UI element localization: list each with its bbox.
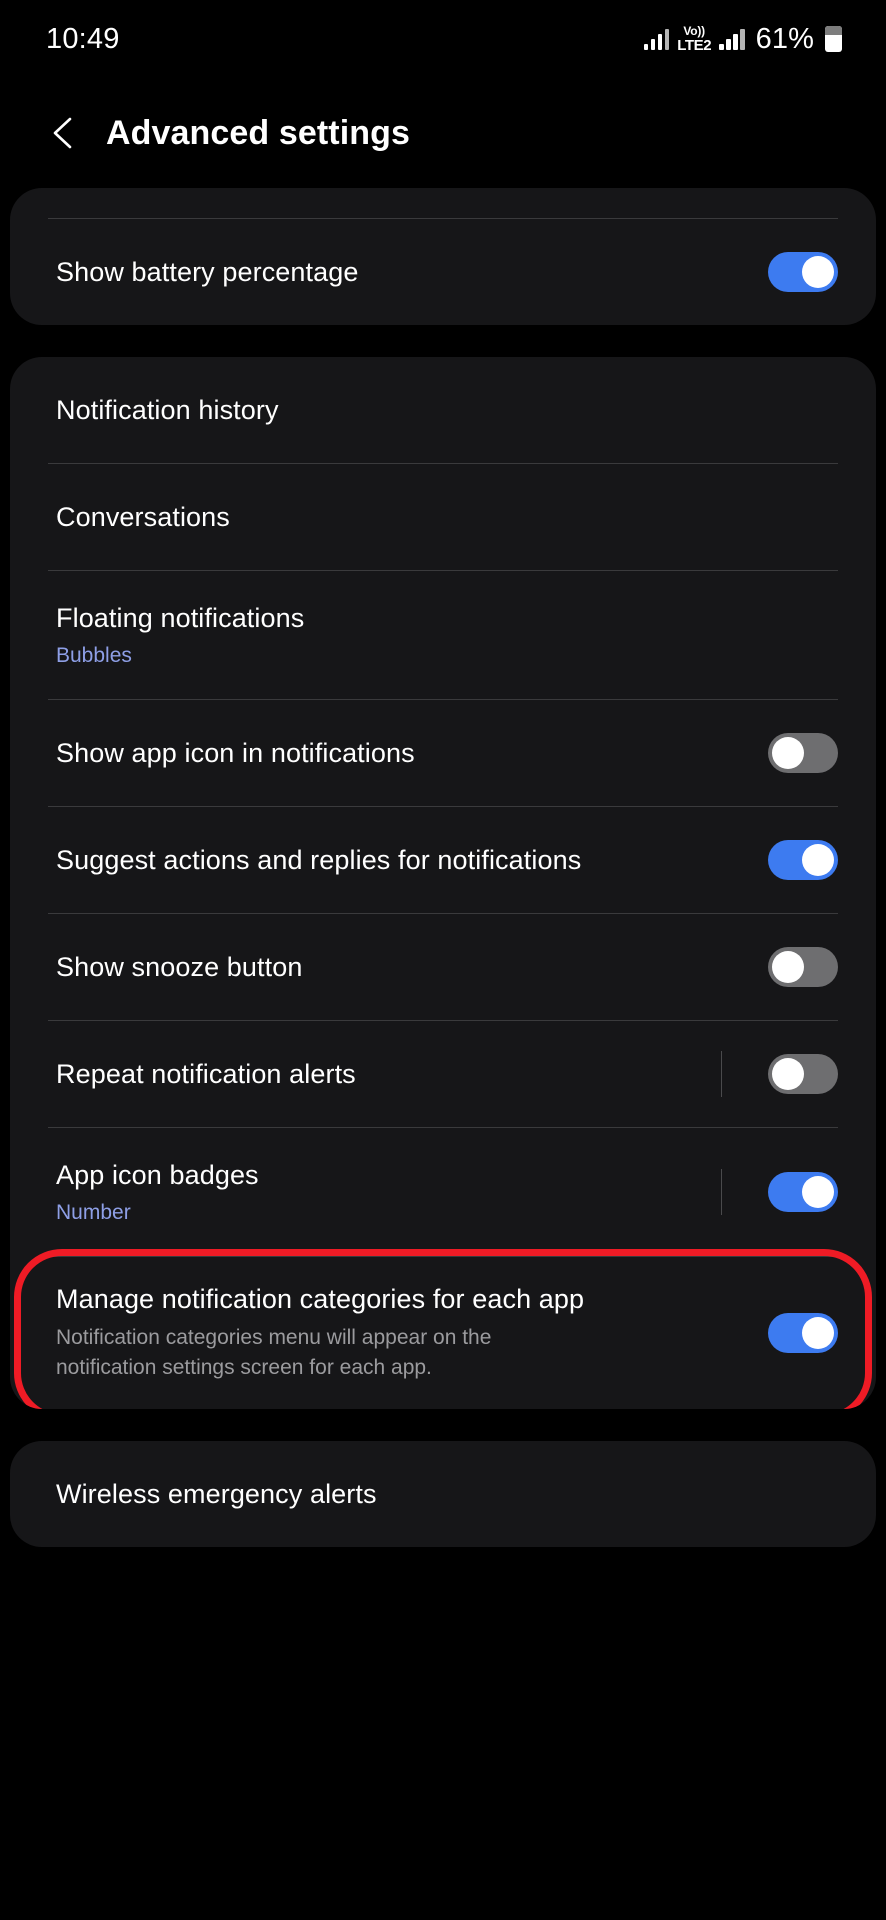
battery-card: Show battery percentage <box>10 188 876 325</box>
toggle-manage-notification-categories[interactable] <box>768 1313 838 1353</box>
toggle-app-icon-badges[interactable] <box>768 1172 838 1212</box>
settings-row-show-snooze-button[interactable]: Show snooze button <box>10 914 876 1020</box>
row-text-block: Repeat notification alerts <box>56 1032 703 1116</box>
emergency-alerts-card: Wireless emergency alerts <box>10 1441 876 1548</box>
row-title: Show snooze button <box>56 951 303 982</box>
volte-bottom-label: LTE2 <box>677 37 712 54</box>
volte-icon: Vo)) LTE2 <box>677 25 711 53</box>
toggle-knob <box>772 951 804 983</box>
row-title: Show battery percentage <box>56 256 359 287</box>
settings-row-notification-history[interactable]: Notification history <box>10 357 876 463</box>
toggle-knob <box>802 1317 834 1349</box>
signal-bars-icon-secondary <box>719 28 745 50</box>
toggle-knob <box>802 1176 834 1208</box>
row-vertical-divider <box>721 1169 722 1215</box>
status-bar-clock: 10:49 <box>46 22 120 55</box>
toggle-knob <box>772 737 804 769</box>
row-text-block: App icon badges Number <box>56 1133 703 1252</box>
row-text-block: Suggest actions and replies for notifica… <box>56 818 744 902</box>
toggle-suggest-actions-and-replies[interactable] <box>768 840 838 880</box>
toggle-knob <box>772 1058 804 1090</box>
row-text-block: Floating notifications Bubbles <box>56 576 838 695</box>
row-text-block: Wireless emergency alerts <box>56 1452 838 1536</box>
row-title: Manage notification categories for each … <box>56 1284 585 1314</box>
row-title: App icon badges <box>56 1159 259 1190</box>
settings-row-suggest-actions-and-replies[interactable]: Suggest actions and replies for notifica… <box>10 807 876 913</box>
toggle-show-app-icon-in-notifications[interactable] <box>768 733 838 773</box>
status-bar-icons: Vo)) LTE2 61% <box>643 22 842 56</box>
toggle-show-snooze-button[interactable] <box>768 947 838 987</box>
toggle-show-battery-percentage[interactable] <box>768 252 838 292</box>
row-text-block: Manage notification categories for each … <box>56 1257 744 1409</box>
row-text-block: Conversations <box>56 475 838 559</box>
app-header: Advanced settings <box>0 78 886 188</box>
battery-icon <box>825 26 842 52</box>
highlighted-row-wrapper: Manage notification categories for each … <box>10 1249 876 1410</box>
toggle-knob <box>802 844 834 876</box>
toggle-knob <box>802 256 834 288</box>
settings-row-floating-notifications[interactable]: Floating notifications Bubbles <box>10 571 876 699</box>
status-bar: 10:49 Vo)) LTE2 61% <box>0 0 886 78</box>
row-text-block: Show app icon in notifications <box>56 711 744 795</box>
row-title: Show app icon in notifications <box>56 737 415 768</box>
notifications-card: Notification history Conversations Floatin… <box>10 357 876 1410</box>
row-subtitle[interactable]: Number <box>56 1200 703 1225</box>
row-title: Floating notifications <box>56 602 305 633</box>
settings-row-app-icon-badges[interactable]: App icon badges Number <box>10 1128 876 1256</box>
row-vertical-divider <box>721 1051 722 1097</box>
battery-percentage-label: 61% <box>755 22 814 55</box>
settings-row-conversations[interactable]: Conversations <box>10 464 876 570</box>
volte-top-label: Vo)) <box>683 24 705 38</box>
settings-row-show-battery-percentage[interactable]: Show battery percentage <box>10 219 876 325</box>
row-text-block: Notification history <box>56 368 838 452</box>
row-title: Wireless emergency alerts <box>56 1478 377 1509</box>
back-chevron-icon[interactable] <box>44 113 84 153</box>
row-title: Conversations <box>56 501 230 532</box>
settings-row-show-app-icon-in-notifications[interactable]: Show app icon in notifications <box>10 700 876 806</box>
row-title: Repeat notification alerts <box>56 1058 356 1089</box>
settings-scroll-container[interactable]: Show battery percentage Notification hist… <box>0 188 886 1548</box>
row-text-block: Show battery percentage <box>56 230 744 314</box>
row-title: Suggest actions and replies for notifica… <box>56 844 582 875</box>
toggle-repeat-notification-alerts[interactable] <box>768 1054 838 1094</box>
settings-row-repeat-notification-alerts[interactable]: Repeat notification alerts <box>10 1021 876 1127</box>
signal-bars-icon <box>643 28 670 50</box>
row-text-block: Show snooze button <box>56 925 744 1009</box>
row-title: Notification history <box>56 394 279 425</box>
row-subtitle: Notification categories menu will appear… <box>56 1326 492 1380</box>
settings-row-wireless-emergency-alerts[interactable]: Wireless emergency alerts <box>10 1441 876 1547</box>
row-subtitle[interactable]: Bubbles <box>56 643 838 668</box>
page-title: Advanced settings <box>106 113 410 152</box>
settings-row-manage-notification-categories[interactable]: Manage notification categories for each … <box>10 1257 876 1409</box>
